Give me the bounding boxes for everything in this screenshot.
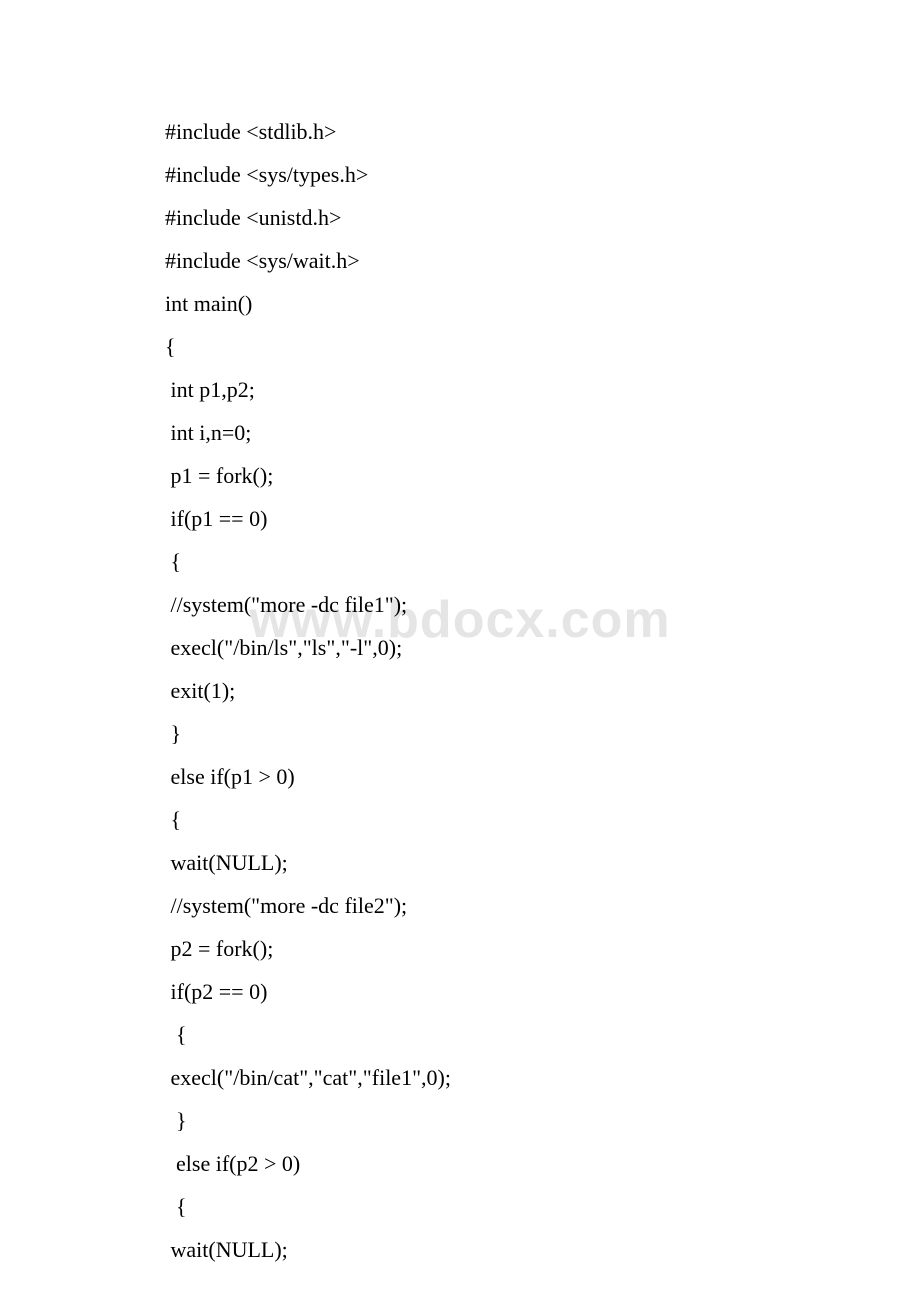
- code-line: execl("/bin/cat","cat","file1",0);: [165, 1056, 755, 1099]
- code-line: }: [165, 1099, 755, 1142]
- code-line: {: [165, 540, 755, 583]
- code-line: int i,n=0;: [165, 411, 755, 454]
- code-line: #include <unistd.h>: [165, 196, 755, 239]
- code-line: exit(1);: [165, 669, 755, 712]
- code-line: else if(p1 > 0): [165, 755, 755, 798]
- code-line: #include <sys/types.h>: [165, 153, 755, 196]
- code-line: {: [165, 325, 755, 368]
- code-line: {: [165, 1185, 755, 1228]
- code-line: wait(NULL);: [165, 841, 755, 884]
- code-line: if(p1 == 0): [165, 497, 755, 540]
- code-line: //system("more -dc file1");: [165, 583, 755, 626]
- code-line: {: [165, 1013, 755, 1056]
- code-line: #include <sys/wait.h>: [165, 239, 755, 282]
- code-line: else if(p2 > 0): [165, 1142, 755, 1185]
- code-line: execl("/bin/ls","ls","-l",0);: [165, 626, 755, 669]
- code-line: int p1,p2;: [165, 368, 755, 411]
- code-line: if(p2 == 0): [165, 970, 755, 1013]
- code-line: p2 = fork();: [165, 927, 755, 970]
- code-line: int main(): [165, 282, 755, 325]
- code-line: wait(NULL);: [165, 1228, 755, 1271]
- document-page: #include <stdlib.h> #include <sys/types.…: [0, 0, 920, 1271]
- code-line: {: [165, 798, 755, 841]
- code-line: //system("more -dc file2");: [165, 884, 755, 927]
- code-line: #include <stdlib.h>: [165, 110, 755, 153]
- code-line: }: [165, 712, 755, 755]
- code-line: p1 = fork();: [165, 454, 755, 497]
